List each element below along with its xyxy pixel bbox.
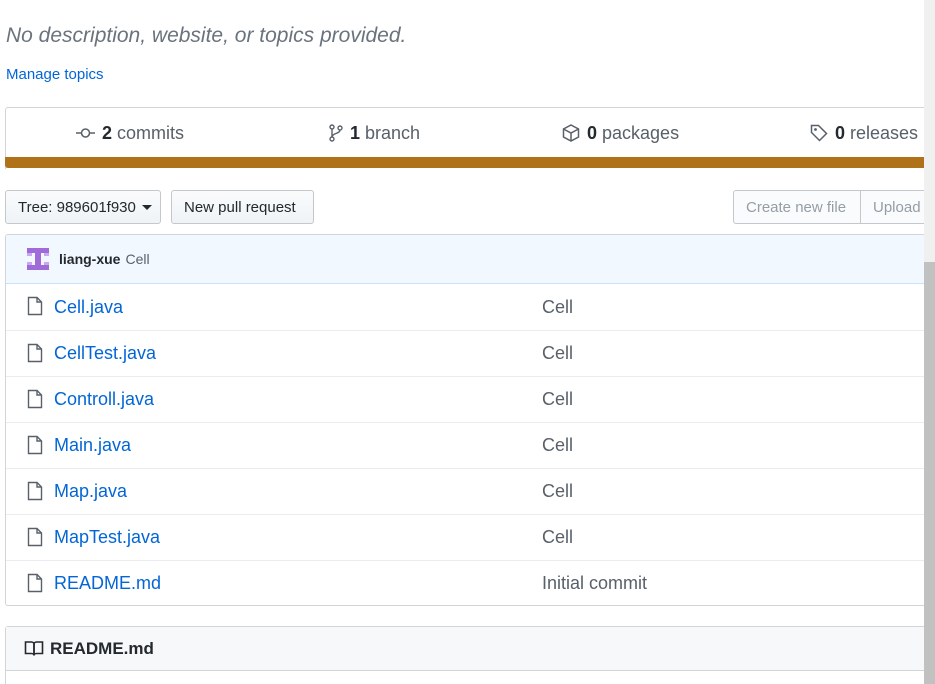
table-row: Main.java Cell bbox=[6, 422, 935, 468]
file-commit-message[interactable]: Cell bbox=[542, 527, 573, 548]
table-row: Controll.java Cell bbox=[6, 376, 935, 422]
packages-label: packages bbox=[602, 122, 680, 143]
repo-description: No description, website, or topics provi… bbox=[6, 24, 407, 47]
file-name-link[interactable]: Cell.java bbox=[54, 297, 123, 318]
file-icon bbox=[27, 435, 43, 455]
tree-select-button[interactable]: Tree: 989601f930 bbox=[5, 190, 161, 224]
releases-count: 0 bbox=[835, 122, 846, 143]
releases-label: releases bbox=[850, 122, 919, 143]
readme-panel: README.md bbox=[5, 626, 935, 684]
package-icon bbox=[562, 124, 580, 142]
packages-stat[interactable]: 0 packages bbox=[562, 120, 679, 146]
file-commit-message[interactable]: Initial commit bbox=[542, 573, 647, 594]
book-icon bbox=[24, 641, 44, 656]
releases-stat[interactable]: 0 releases bbox=[810, 120, 918, 146]
manage-topics-link[interactable]: Manage topics bbox=[6, 66, 104, 83]
packages-count: 0 bbox=[587, 122, 598, 143]
commits-stat[interactable]: 2 commits bbox=[76, 120, 184, 146]
branches-count: 1 bbox=[350, 122, 361, 143]
file-commit-message[interactable]: Cell bbox=[542, 297, 573, 318]
file-icon bbox=[27, 527, 43, 547]
table-row: Map.java Cell bbox=[6, 468, 935, 514]
table-row: CellTest.java Cell bbox=[6, 330, 935, 376]
file-list: liang-xue Cell Cell.java Cell CellTest.j… bbox=[5, 234, 935, 606]
file-commit-message[interactable]: Cell bbox=[542, 435, 573, 456]
file-icon bbox=[27, 296, 43, 316]
table-row: Cell.java Cell bbox=[6, 284, 935, 330]
branches-stat[interactable]: 1 branch bbox=[329, 120, 420, 146]
latest-commit-bar: liang-xue Cell bbox=[6, 235, 935, 284]
commit-message[interactable]: Cell bbox=[125, 251, 149, 267]
avatar[interactable] bbox=[26, 247, 50, 271]
file-commit-message[interactable]: Cell bbox=[542, 389, 573, 410]
commits-count: 2 bbox=[102, 122, 113, 143]
table-row: MapTest.java Cell bbox=[6, 514, 935, 560]
file-icon bbox=[27, 573, 43, 593]
readme-header: README.md bbox=[6, 627, 935, 671]
table-row: README.md Initial commit bbox=[6, 560, 935, 605]
file-name-link[interactable]: Main.java bbox=[54, 435, 131, 456]
scrollbar-track[interactable] bbox=[924, 0, 935, 262]
readme-title: README.md bbox=[50, 638, 154, 658]
tree-select-label: Tree: 989601f930 bbox=[18, 198, 136, 216]
language-bar bbox=[5, 157, 935, 168]
commit-author[interactable]: liang-xue bbox=[59, 251, 120, 267]
file-commit-message[interactable]: Cell bbox=[542, 481, 573, 502]
branches-label: branch bbox=[365, 122, 421, 143]
file-name-link[interactable]: Controll.java bbox=[54, 389, 154, 410]
scrollbar-thumb[interactable] bbox=[924, 262, 935, 684]
git-branch-icon bbox=[329, 124, 343, 142]
create-new-file-button[interactable]: Create new file bbox=[733, 190, 861, 224]
file-name-link[interactable]: MapTest.java bbox=[54, 527, 160, 548]
file-icon bbox=[27, 389, 43, 409]
file-name-link[interactable]: README.md bbox=[54, 573, 161, 594]
commits-label: commits bbox=[117, 122, 185, 143]
file-name-link[interactable]: Map.java bbox=[54, 481, 127, 502]
file-commit-message[interactable]: Cell bbox=[542, 343, 573, 364]
file-icon bbox=[27, 481, 43, 501]
file-name-link[interactable]: CellTest.java bbox=[54, 343, 156, 364]
new-pull-request-button[interactable]: New pull request bbox=[171, 190, 314, 224]
caret-down-icon bbox=[141, 204, 152, 210]
git-commit-icon bbox=[76, 128, 95, 138]
file-icon bbox=[27, 343, 43, 363]
tag-icon bbox=[810, 124, 828, 142]
